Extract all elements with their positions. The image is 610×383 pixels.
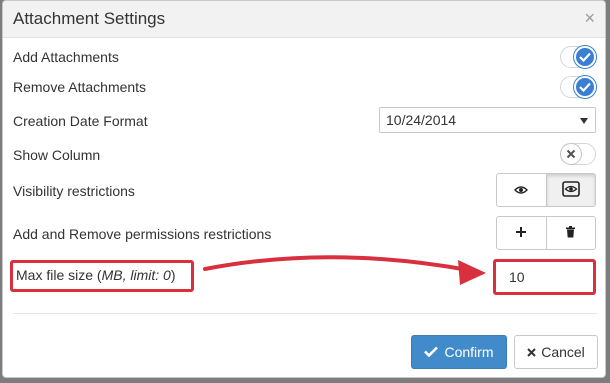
max-file-size-highlight: Max file size (MB, limit: 0) xyxy=(10,260,194,292)
creation-date-format-select[interactable]: 10/24/2014 xyxy=(379,107,596,133)
x-icon xyxy=(560,143,582,165)
add-attachments-toggle[interactable] xyxy=(560,46,596,68)
visibility-eye-button[interactable] xyxy=(497,174,546,206)
permissions-restrictions-label: Add and Remove permissions restrictions xyxy=(13,226,272,242)
remove-attachments-label: Remove Attachments xyxy=(13,79,147,95)
visibility-eye-framed-button[interactable] xyxy=(545,174,595,206)
creation-date-format-value: 10/24/2014 xyxy=(386,112,457,128)
visibility-restrictions-buttons xyxy=(496,173,596,207)
dialog-header: Attachment Settings × xyxy=(3,1,605,38)
chevron-down-icon xyxy=(580,118,588,124)
footer-divider xyxy=(13,313,598,314)
show-column-label: Show Column xyxy=(13,147,101,163)
dialog-title: Attachment Settings xyxy=(13,9,166,28)
eye-icon xyxy=(514,182,529,198)
permissions-restrictions-buttons xyxy=(496,216,596,250)
max-file-size-value: 10 xyxy=(509,269,525,285)
cancel-button[interactable]: Cancel xyxy=(514,335,598,369)
max-file-size-hint: MB, limit: 0 xyxy=(101,267,171,283)
attachment-settings-dialog: Attachment Settings × Add Attachments Re… xyxy=(2,0,606,378)
confirm-label: Confirm xyxy=(444,344,494,360)
permissions-delete-button[interactable] xyxy=(545,217,596,249)
max-file-size-input[interactable]: 10 xyxy=(493,259,596,295)
max-file-size-label: Max file size (MB, limit: 0) xyxy=(16,267,176,283)
confirm-button[interactable]: Confirm xyxy=(411,335,507,369)
add-attachments-label: Add Attachments xyxy=(13,49,119,65)
trash-icon xyxy=(565,225,576,241)
creation-date-format-label: Creation Date Format xyxy=(13,113,148,129)
cancel-label: Cancel xyxy=(541,344,585,360)
check-icon xyxy=(424,344,439,360)
remove-attachments-toggle[interactable] xyxy=(560,76,596,98)
show-column-toggle[interactable] xyxy=(560,143,596,165)
check-icon xyxy=(574,46,596,68)
permissions-add-button[interactable] xyxy=(497,217,546,249)
eye-framed-icon xyxy=(561,180,580,200)
close-icon[interactable]: × xyxy=(584,9,595,27)
visibility-restrictions-label: Visibility restrictions xyxy=(13,183,135,199)
check-icon xyxy=(574,76,596,98)
plus-icon xyxy=(515,225,527,241)
close-icon xyxy=(527,344,536,360)
